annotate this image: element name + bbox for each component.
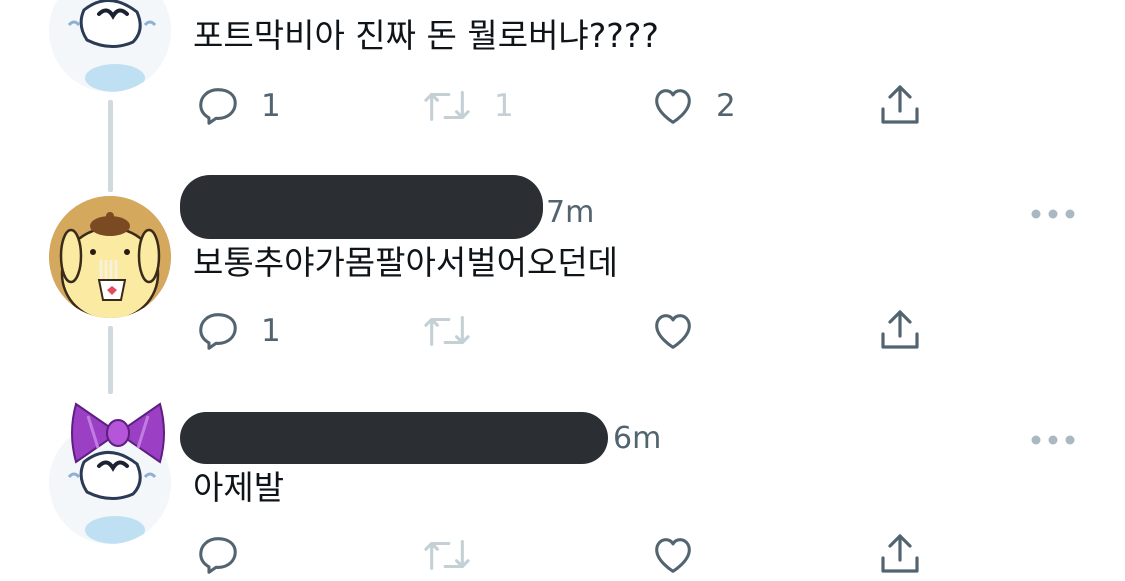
retweet-button[interactable] [420,530,494,580]
reply-count: 1 [261,313,281,349]
retweet-icon [424,91,470,121]
share-icon [881,85,919,124]
like-icon [655,538,691,573]
reply-icon [199,313,237,350]
like-icon [655,314,691,349]
like-icon [655,89,691,124]
more-options-button[interactable] [1028,430,1078,450]
more-icon [1031,209,1075,219]
tweet-timestamp[interactable]: 7m [546,195,594,231]
share-icon [881,534,919,573]
reply-button[interactable]: 1 [195,81,281,131]
share-button[interactable] [876,305,924,355]
avatar-tweet-2[interactable] [49,196,171,318]
thread-line-2 [108,326,113,394]
redacted-username [180,412,608,464]
tweet-timestamp[interactable]: 6m [613,421,661,457]
reply-icon [199,537,237,574]
retweet-icon [424,540,470,570]
tweet-text: 보통추야가몸팔아서벌어오던데 [193,243,619,282]
more-options-button[interactable] [1028,204,1078,224]
retweet-icon [424,316,470,346]
like-button[interactable] [650,530,716,580]
pompompurin-icon [49,196,171,318]
reply-icon [199,88,237,125]
mustache-bun-icon [49,0,171,92]
retweet-count: 1 [494,88,514,124]
reply-button[interactable] [195,530,261,580]
like-button[interactable]: 2 [650,81,736,131]
reply-button[interactable]: 1 [195,306,281,356]
reply-count: 1 [261,88,281,124]
thread-line-1 [108,100,113,192]
share-icon [881,310,919,349]
redacted-username [180,175,543,239]
like-count: 2 [716,88,736,124]
retweet-button[interactable] [420,306,494,356]
tweet-text: 아제발 [193,468,285,507]
retweet-button[interactable]: 1 [420,81,514,131]
avatar-tweet-1[interactable] [49,0,171,92]
bow-icon [71,402,165,464]
share-button[interactable] [876,529,924,579]
more-icon [1031,435,1075,445]
share-button[interactable] [876,80,924,130]
like-button[interactable] [650,306,716,356]
tweet-text: 포트막비아 진짜 돈 뭘로버냐???? [193,16,659,55]
